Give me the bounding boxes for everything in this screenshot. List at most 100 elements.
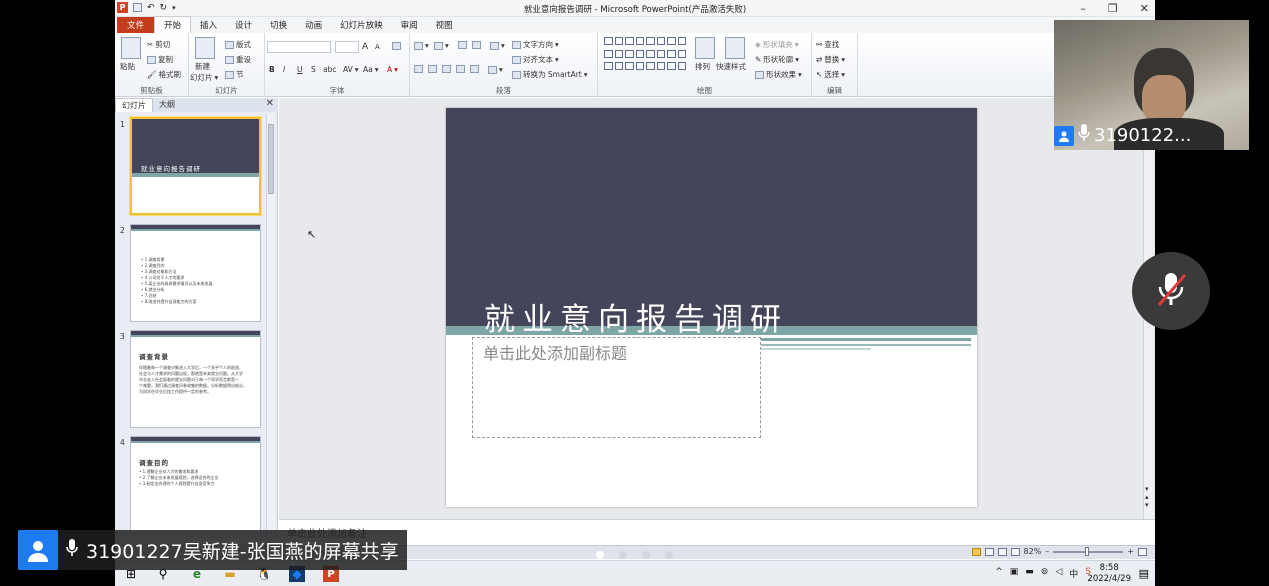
- zoom-slider-knob[interactable]: [1085, 546, 1090, 556]
- layout-button[interactable]: 版式: [225, 39, 251, 50]
- find-button[interactable]: ⚯ 查找: [816, 39, 839, 50]
- shape-fill-button[interactable]: ◈ 形状填充 ▾: [755, 39, 799, 50]
- tab-view[interactable]: 视图: [427, 17, 462, 33]
- tab-design[interactable]: 设计: [226, 17, 261, 33]
- bullets-button[interactable]: ▾: [414, 41, 429, 50]
- slide-thumbnail-4[interactable]: 调查目的 • 1.理解企业对人才的需求和要求 • 2.了解企业未来发展规划，选择适…: [130, 436, 261, 534]
- strikethrough-button[interactable]: S: [311, 65, 316, 74]
- tab-slides-pane[interactable]: 幻灯片: [115, 98, 153, 112]
- tab-slideshow[interactable]: 幻灯片放映: [331, 17, 392, 33]
- bold-button[interactable]: B: [269, 65, 275, 74]
- reset-button[interactable]: 重设: [225, 54, 251, 65]
- slide-thumbnail-1[interactable]: 就业意向报告调研: [130, 117, 261, 215]
- tab-transitions[interactable]: 切换: [261, 17, 296, 33]
- quick-styles-icon[interactable]: [725, 37, 745, 59]
- font-color-button[interactable]: A ▾: [387, 65, 398, 74]
- new-slide-icon[interactable]: [195, 37, 215, 59]
- smartart-button[interactable]: 转换为 SmartArt ▾: [512, 69, 588, 80]
- normal-view-icon[interactable]: [971, 547, 981, 556]
- change-case-button[interactable]: Aa ▾: [363, 65, 379, 74]
- participant-video[interactable]: 3190122...: [1054, 20, 1249, 150]
- char-spacing-button[interactable]: AV ▾: [343, 65, 359, 74]
- section-button[interactable]: 节: [225, 69, 244, 80]
- align-left-button[interactable]: [414, 65, 423, 73]
- copy-button[interactable]: 复制: [147, 54, 173, 65]
- shadow-button[interactable]: abc: [323, 65, 336, 74]
- page-dot[interactable]: [642, 551, 650, 559]
- numbering-button[interactable]: ▾: [434, 41, 449, 50]
- select-button[interactable]: ↖ 选择 ▾: [816, 69, 845, 80]
- minimize-button[interactable]: –: [1080, 2, 1086, 15]
- zoom-level[interactable]: 82%: [1024, 547, 1042, 556]
- notes-pane[interactable]: 单击此处添加备注: [279, 519, 1155, 545]
- page-dot[interactable]: [619, 551, 627, 559]
- line-spacing-button[interactable]: ▾: [490, 41, 505, 50]
- subtitle-placeholder[interactable]: 单击此处添加副标题: [472, 337, 761, 438]
- zoom-slider[interactable]: [1053, 546, 1124, 556]
- zoom-out-button[interactable]: –: [1045, 547, 1049, 556]
- taskbar-clock[interactable]: 8:58 2022/4/29: [1087, 563, 1131, 585]
- format-painter-button[interactable]: 🖌 格式刷: [147, 69, 181, 80]
- decrease-indent-button[interactable]: [458, 41, 467, 49]
- paste-icon[interactable]: [121, 37, 141, 59]
- ime-icon[interactable]: 中: [1069, 567, 1078, 580]
- quick-styles-button[interactable]: 快速样式: [716, 61, 746, 72]
- tab-insert[interactable]: 插入: [191, 17, 226, 33]
- thumb-number: 3: [120, 332, 125, 341]
- justify-button[interactable]: [456, 65, 465, 73]
- clear-format-button[interactable]: [392, 42, 401, 50]
- battery-icon[interactable]: ▬: [1025, 567, 1034, 580]
- fit-slide-icon[interactable]: [1138, 547, 1147, 556]
- slideshow-view-icon[interactable]: [1010, 547, 1020, 556]
- shape-effects-button[interactable]: 形状效果 ▾: [755, 69, 802, 80]
- new-slide-dropdown[interactable]: 幻灯片 ▾: [190, 72, 218, 83]
- slide-title[interactable]: 就业意向报告调研: [484, 294, 788, 339]
- columns-button[interactable]: ▾: [488, 65, 503, 74]
- tray-app-icon[interactable]: ▣: [1010, 567, 1019, 580]
- page-dot[interactable]: [596, 551, 604, 559]
- replace-button[interactable]: ⇄ 替换 ▾: [816, 54, 845, 65]
- notification-icon[interactable]: ▤: [1139, 567, 1149, 580]
- italic-button[interactable]: I: [283, 65, 285, 74]
- tab-review[interactable]: 审阅: [392, 17, 427, 33]
- text-direction-button[interactable]: 文字方向 ▾: [512, 39, 559, 50]
- shrink-font-button[interactable]: A: [375, 43, 380, 51]
- paste-button[interactable]: 粘贴: [120, 61, 135, 72]
- pane-scroll-thumb[interactable]: [268, 124, 274, 194]
- page-dot[interactable]: [665, 551, 673, 559]
- slide-thumbnail-2[interactable]: • 1.调查背景 • 2.调查目的 • 3.调查对象和方法 • 4.公司对于人才的要求…: [130, 224, 261, 322]
- wifi-icon[interactable]: ⊚: [1041, 567, 1049, 580]
- cut-button[interactable]: ✂ 剪切: [147, 39, 170, 50]
- increase-indent-button[interactable]: [472, 41, 481, 49]
- tray-overflow-icon[interactable]: ^: [995, 567, 1003, 580]
- font-size-field[interactable]: [335, 41, 359, 53]
- underline-button[interactable]: U: [297, 65, 303, 74]
- mute-microphone-button[interactable]: [1132, 252, 1210, 330]
- tab-file[interactable]: 文件: [117, 17, 155, 33]
- reading-view-icon[interactable]: [997, 547, 1007, 556]
- font-name-field[interactable]: [267, 41, 331, 53]
- pane-scrollbar[interactable]: [266, 114, 275, 538]
- pane-close-icon[interactable]: ✕: [266, 98, 274, 112]
- current-slide[interactable]: 就业意向报告调研 单击此处添加副标题: [446, 108, 977, 507]
- new-slide-button[interactable]: 新建: [195, 61, 210, 72]
- tab-outline-pane[interactable]: 大纲: [153, 98, 181, 112]
- maximize-button[interactable]: ❐: [1108, 2, 1118, 15]
- distributed-button[interactable]: [470, 65, 479, 73]
- grow-font-button[interactable]: A: [362, 42, 368, 52]
- shape-outline-button[interactable]: ✎ 形状轮廓 ▾: [755, 54, 799, 65]
- volume-icon[interactable]: ◁: [1055, 567, 1062, 580]
- align-text-button[interactable]: 对齐文本 ▾: [512, 54, 559, 65]
- tab-animations[interactable]: 动画: [296, 17, 331, 33]
- arrange-button[interactable]: 排列: [695, 61, 710, 72]
- align-right-button[interactable]: [442, 65, 451, 73]
- zoom-in-button[interactable]: +: [1127, 547, 1134, 556]
- close-button[interactable]: ✕: [1140, 2, 1149, 15]
- align-center-button[interactable]: [428, 65, 437, 73]
- arrange-icon[interactable]: [695, 37, 715, 59]
- slide-thumbnail-3[interactable]: 调查背景 伴随着每一个调查对象进入大学后，一个关乎个人的前途、 社会与人才需求的问…: [130, 330, 261, 428]
- scroll-arrows-icon[interactable]: ▾ ▴ ▾: [1145, 485, 1149, 509]
- shapes-gallery[interactable]: [604, 37, 686, 73]
- slide-sorter-icon[interactable]: [984, 547, 994, 556]
- tab-home[interactable]: 开始: [154, 16, 192, 33]
